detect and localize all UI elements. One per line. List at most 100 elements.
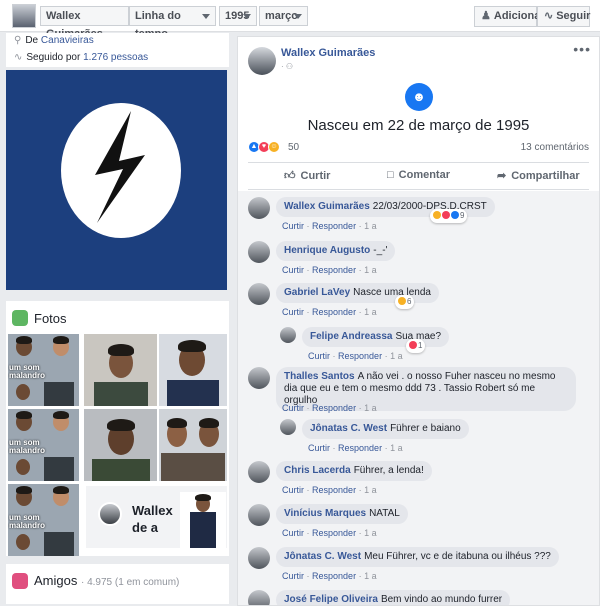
profile-name-link[interactable]: Wallex Guimarães (40, 6, 129, 40)
comment-reply-link[interactable]: Responder (312, 307, 356, 317)
comment-author[interactable]: Thalles Santos (284, 371, 355, 382)
comments-count[interactable]: 13 comentários (521, 142, 589, 153)
comment-reply-link[interactable]: Responder (312, 528, 356, 538)
avatar[interactable] (248, 47, 276, 75)
followers-link[interactable]: 1.276 pessoas (83, 52, 148, 63)
comment-actions: Curtir · Responder · 1 a (282, 307, 377, 317)
comment-bubble: Jônatas C. West Führer e baiano (302, 419, 469, 439)
avatar[interactable] (248, 197, 270, 219)
comment-time[interactable]: 1 a (390, 443, 403, 453)
haha-reaction-icon: ☺ (268, 141, 280, 153)
comment-like-link[interactable]: Curtir (282, 528, 304, 538)
photo-thumbnail[interactable] (159, 334, 227, 406)
month-selector[interactable]: março (259, 6, 308, 26)
rss-icon: ∿ (544, 10, 554, 22)
add-friend-button[interactable]: ♟ Adicionar (474, 6, 545, 27)
comment-bubble: José Felipe Oliveira Bem vindo ao mundo f… (276, 590, 511, 605)
avatar[interactable] (248, 241, 270, 263)
friends-title[interactable]: Amigos · 4.975 (1 em comum) (34, 573, 179, 588)
avatar[interactable] (280, 419, 296, 435)
avatar[interactable] (248, 504, 270, 526)
comment-time[interactable]: 1 a (364, 403, 377, 413)
avatar[interactable] (248, 590, 270, 605)
comment-bubble: Vinícius Marques NATAL (276, 504, 408, 524)
follow-label: Seguir (556, 10, 591, 22)
photo-thumbnail[interactable]: um som malandro (8, 484, 79, 556)
profile-picture[interactable] (6, 70, 227, 290)
comment-reply-link[interactable]: Responder (312, 221, 356, 231)
post-privacy-meta[interactable]: · ⚇ (281, 62, 293, 71)
photo-thumbnail[interactable]: um som malandro (8, 334, 79, 406)
comment-author[interactable]: Vinícius Marques (284, 508, 366, 519)
avatar (98, 502, 122, 526)
comment-bubble: Felipe Andreassa Sua mae? (302, 327, 450, 347)
year-selector[interactable]: 1995 (219, 6, 257, 26)
comment-like-link[interactable]: Curtir (282, 307, 304, 317)
photo-caption: malandro (9, 521, 46, 530)
comment-like-link[interactable]: Curtir (282, 571, 304, 581)
comment-reactions[interactable]: 6 (395, 295, 415, 309)
comment-reply-link[interactable]: Responder (312, 265, 356, 275)
hometown-link[interactable]: Canavieiras (41, 35, 94, 46)
comment-time[interactable]: 1 a (364, 528, 377, 538)
comment-author[interactable]: Gabriel LaVey (284, 287, 350, 298)
photos-title[interactable]: Fotos (34, 311, 67, 326)
comment-time[interactable]: 1 a (364, 307, 377, 317)
avatar[interactable] (248, 547, 270, 569)
avatar[interactable] (248, 461, 270, 483)
comment-reply-link[interactable]: Responder (312, 403, 356, 413)
profile-thumbnail[interactable] (12, 4, 36, 28)
timeline-selector[interactable]: Linha do tempo (129, 6, 216, 40)
comment-like-link[interactable]: Curtir (282, 221, 304, 231)
intro-box: ⚲ De Canavieiras ∿ Seguido por 1.276 pesso… (6, 33, 229, 67)
followers-prefix: Seguido por (26, 52, 81, 63)
comment-actions: Curtir · Responder · 1 a (282, 528, 377, 538)
comment-button[interactable]: □ Comentar (387, 169, 450, 181)
post-author[interactable]: Wallex Guimarães (281, 47, 375, 59)
reaction-count[interactable]: 50 (288, 142, 299, 153)
comment-actions: Curtir · Responder · 1 a (308, 443, 403, 453)
photo-thumbnail[interactable] (159, 409, 227, 481)
comment-time[interactable]: 1 a (390, 351, 403, 361)
more-options-icon[interactable]: ••• (573, 41, 591, 57)
comment-reactions[interactable]: 1 (406, 339, 426, 353)
comment-author[interactable]: Chris Lacerda (284, 465, 351, 476)
comment-author[interactable]: Wallex Guimarães (284, 201, 370, 212)
photo-thumbnail[interactable]: um som malandro (8, 409, 79, 481)
comment-reply-link[interactable]: Responder (312, 485, 356, 495)
avatar[interactable] (280, 327, 296, 343)
photo-caption: malandro (9, 446, 46, 455)
card-name: Wallex (132, 503, 173, 518)
comment-time[interactable]: 1 a (364, 221, 377, 231)
lightning-logo (61, 103, 181, 238)
comment-reply-link[interactable]: Responder (312, 571, 356, 581)
comment-author[interactable]: Jônatas C. West (284, 551, 361, 562)
comment-time[interactable]: 1 a (364, 571, 377, 581)
comment-reply-link[interactable]: Responder (338, 443, 382, 453)
follow-button[interactable]: ∿ Seguir (537, 6, 590, 27)
comment-like-link[interactable]: Curtir (308, 351, 330, 361)
profile-photo-card[interactable]: Wallex de a (86, 486, 227, 548)
comment-actions: Curtir · Responder · 1 a (282, 221, 377, 231)
comment-text: Nasce uma lenda (353, 287, 431, 298)
comment-author[interactable]: Felipe Andreassa (310, 331, 392, 342)
comment-reply-link[interactable]: Responder (338, 351, 382, 361)
comment-reactions[interactable]: 9 (430, 209, 468, 223)
comment-bubble: Jônatas C. West Meu Führer, vc e de itabu… (276, 547, 559, 567)
comment-like-link[interactable]: Curtir (282, 265, 304, 275)
followers-line: ∿ Seguido por 1.276 pessoas (14, 52, 148, 63)
comment-time[interactable]: 1 a (364, 265, 377, 275)
comment-like-link[interactable]: Curtir (282, 403, 304, 413)
comment-author[interactable]: Jônatas C. West (310, 423, 387, 434)
avatar[interactable] (248, 283, 270, 305)
avatar[interactable] (248, 367, 270, 389)
like-button[interactable]: 👍︎ Curtir (284, 169, 330, 182)
share-button[interactable]: ➦ Compartilhar (497, 169, 580, 182)
comment-like-link[interactable]: Curtir (308, 443, 330, 453)
photo-thumbnail[interactable] (84, 409, 157, 481)
comment-time[interactable]: 1 a (364, 485, 377, 495)
comment-like-link[interactable]: Curtir (282, 485, 304, 495)
comment-author[interactable]: Henrique Augusto (284, 245, 370, 256)
photo-thumbnail[interactable] (84, 334, 157, 406)
comment-text: Führer, a lenda! (353, 465, 424, 476)
